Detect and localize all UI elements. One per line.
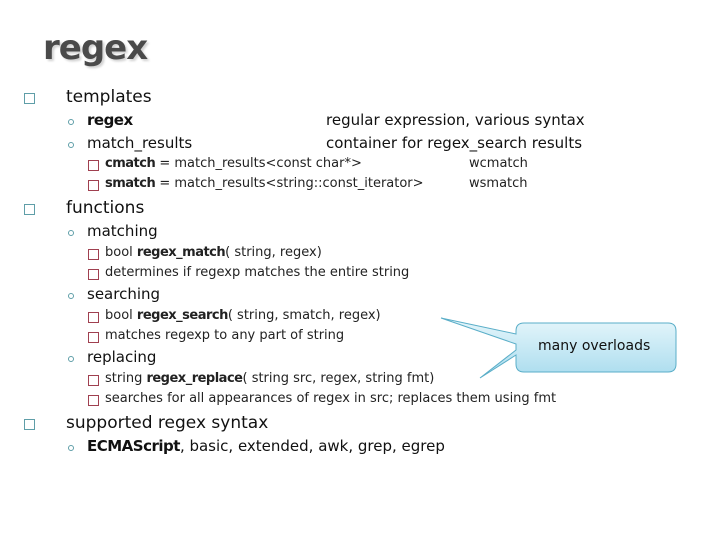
callout-text: many overloads	[538, 338, 651, 354]
callout-shape	[440, 317, 677, 379]
